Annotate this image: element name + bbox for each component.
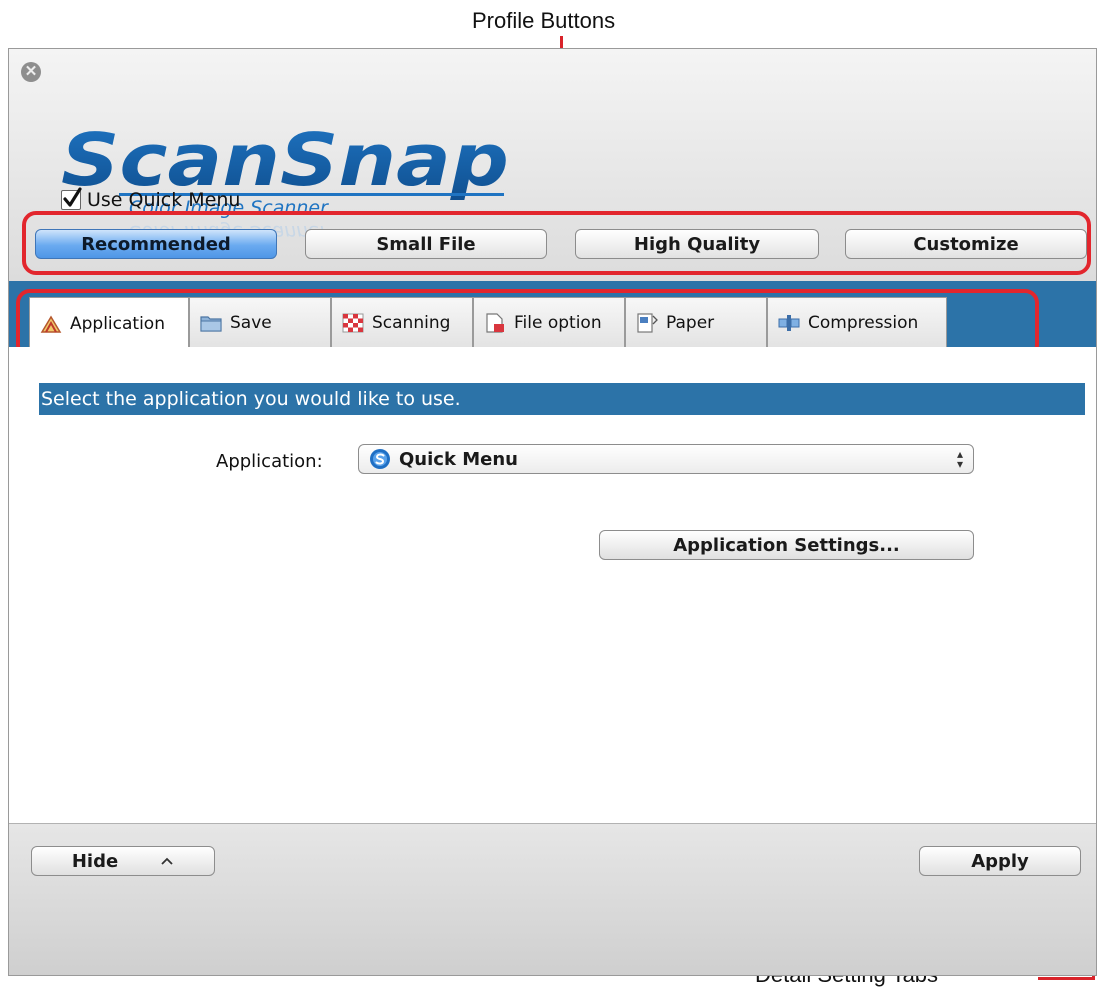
quick-menu-icon	[370, 449, 390, 469]
application-tab-content: Select the application you would like to…	[9, 347, 1096, 869]
section-title: Select the application you would like to…	[39, 383, 1085, 415]
profile-buttons-callout: Profile Buttons	[472, 8, 616, 33]
application-select[interactable]: Quick Menu ▴ ▾	[358, 444, 974, 474]
checkbox-box	[61, 187, 82, 210]
detail-setting-tabs-callout-line-horizontal-bottom	[1038, 977, 1095, 980]
apply-button[interactable]: Apply	[919, 846, 1081, 876]
use-quick-menu-checkbox[interactable]: Use Quick Menu	[61, 187, 241, 211]
application-label: Application:	[216, 451, 323, 472]
chevron-up-icon	[161, 857, 173, 865]
close-icon[interactable]: ✕	[21, 62, 41, 82]
window-footer: Hide Apply	[9, 823, 1096, 975]
application-select-value: Quick Menu	[399, 448, 518, 470]
hide-button-label: Hide	[71, 850, 119, 872]
select-arrows-icon: ▴ ▾	[956, 447, 963, 471]
hide-button[interactable]: Hide	[31, 846, 215, 876]
use-quick-menu-label: Use Quick Menu	[87, 189, 241, 211]
profile-buttons-highlight	[22, 211, 1091, 275]
application-settings-button[interactable]: Application Settings...	[599, 530, 974, 560]
window-header: ✕ ScanSnap Color Image Scanner Color Ima…	[9, 49, 1096, 281]
checkmark-icon	[63, 187, 82, 207]
scansnap-settings-window: ✕ ScanSnap Color Image Scanner Color Ima…	[8, 48, 1097, 976]
